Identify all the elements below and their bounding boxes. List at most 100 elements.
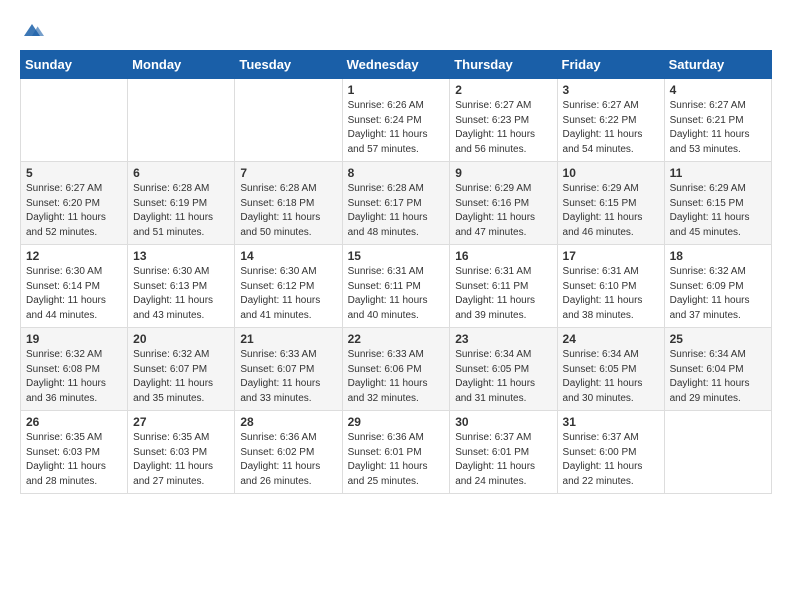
day-number: 7: [240, 166, 336, 180]
day-number: 15: [348, 249, 445, 263]
day-number: 26: [26, 415, 122, 429]
weekday-header-wednesday: Wednesday: [342, 51, 450, 79]
calendar-cell: 1 Sunrise: 6:26 AM Sunset: 6:24 PM Daylig…: [342, 79, 450, 162]
calendar-cell: 3Sunrise: 6:27 AM Sunset: 6:22 PM Daylig…: [557, 79, 664, 162]
day-info: Sunrise: 6:32 AM Sunset: 6:07 PM Dayligh…: [133, 348, 229, 406]
calendar-cell: 22 Sunrise: 6:33 AM Sunset: 6:06 PM Dayli…: [342, 328, 450, 411]
day-number: 28: [240, 415, 336, 429]
day-info: Sunrise: 6:34 AM Sunset: 6:05 PM Dayligh…: [455, 348, 551, 406]
week-row-5: 26 Sunrise: 6:35 AM Sunset: 6:03 PM Dayli…: [21, 411, 772, 494]
day-number: 17: [563, 249, 659, 263]
calendar-cell: 13Sunrise: 6:30 AM Sunset: 6:13 PM Dayli…: [128, 245, 235, 328]
calendar-cell: 7 Sunrise: 6:28 AM Sunset: 6:18 PM Daylig…: [235, 162, 342, 245]
day-number: 27: [133, 415, 229, 429]
day-info: Sunrise: 6:30 AM Sunset: 6:13 PM Dayligh…: [133, 265, 229, 323]
week-row-2: 5 Sunrise: 6:27 AM Sunset: 6:20 PM Daylig…: [21, 162, 772, 245]
calendar-cell: [235, 79, 342, 162]
day-info: Sunrise: 6:31 AM Sunset: 6:10 PM Dayligh…: [563, 265, 659, 323]
day-info: Sunrise: 6:30 AM Sunset: 6:12 PM Dayligh…: [240, 265, 336, 323]
calendar-cell: 26 Sunrise: 6:35 AM Sunset: 6:03 PM Dayli…: [21, 411, 128, 494]
day-info: Sunrise: 6:33 AM Sunset: 6:06 PM Dayligh…: [348, 348, 445, 406]
header: [20, 20, 772, 40]
day-number: 1: [348, 83, 445, 97]
day-number: 22: [348, 332, 445, 346]
day-info: Sunrise: 6:36 AM Sunset: 6:02 PM Dayligh…: [240, 431, 336, 489]
day-number: 9: [455, 166, 551, 180]
day-info: Sunrise: 6:36 AM Sunset: 6:01 PM Dayligh…: [348, 431, 445, 489]
day-info: Sunrise: 6:30 AM Sunset: 6:14 PM Dayligh…: [26, 265, 122, 323]
day-info: Sunrise: 6:35 AM Sunset: 6:03 PM Dayligh…: [26, 431, 122, 489]
day-number: 4: [670, 83, 766, 97]
weekday-header-tuesday: Tuesday: [235, 51, 342, 79]
day-info: Sunrise: 6:29 AM Sunset: 6:16 PM Dayligh…: [455, 182, 551, 240]
weekday-header-row: SundayMondayTuesdayWednesdayThursdayFrid…: [21, 51, 772, 79]
day-number: 23: [455, 332, 551, 346]
day-number: 10: [563, 166, 659, 180]
day-number: 18: [670, 249, 766, 263]
day-number: 21: [240, 332, 336, 346]
day-info: Sunrise: 6:37 AM Sunset: 6:00 PM Dayligh…: [563, 431, 659, 489]
calendar-cell: 16 Sunrise: 6:31 AM Sunset: 6:11 PM Dayli…: [450, 245, 557, 328]
calendar-cell: [128, 79, 235, 162]
day-info: Sunrise: 6:29 AM Sunset: 6:15 PM Dayligh…: [563, 182, 659, 240]
day-number: 11: [670, 166, 766, 180]
calendar-cell: 10 Sunrise: 6:29 AM Sunset: 6:15 PM Dayli…: [557, 162, 664, 245]
day-info: Sunrise: 6:33 AM Sunset: 6:07 PM Dayligh…: [240, 348, 336, 406]
calendar-cell: 2 Sunrise: 6:27 AM Sunset: 6:23 PM Daylig…: [450, 79, 557, 162]
calendar-table: SundayMondayTuesdayWednesdayThursdayFrid…: [20, 50, 772, 494]
calendar-cell: 24Sunrise: 6:34 AM Sunset: 6:05 PM Dayli…: [557, 328, 664, 411]
day-info: Sunrise: 6:35 AM Sunset: 6:03 PM Dayligh…: [133, 431, 229, 489]
calendar-cell: 18 Sunrise: 6:32 AM Sunset: 6:09 PM Dayli…: [664, 245, 771, 328]
logo: [20, 20, 48, 40]
day-number: 20: [133, 332, 229, 346]
day-info: Sunrise: 6:32 AM Sunset: 6:08 PM Dayligh…: [26, 348, 122, 406]
day-info: Sunrise: 6:28 AM Sunset: 6:17 PM Dayligh…: [348, 182, 445, 240]
logo-icon: [20, 20, 44, 40]
day-number: 2: [455, 83, 551, 97]
weekday-header-friday: Friday: [557, 51, 664, 79]
day-number: 29: [348, 415, 445, 429]
day-info: Sunrise: 6:28 AM Sunset: 6:18 PM Dayligh…: [240, 182, 336, 240]
calendar-cell: 28 Sunrise: 6:36 AM Sunset: 6:02 PM Dayli…: [235, 411, 342, 494]
calendar-cell: [21, 79, 128, 162]
week-row-3: 12 Sunrise: 6:30 AM Sunset: 6:14 PM Dayli…: [21, 245, 772, 328]
day-info: Sunrise: 6:31 AM Sunset: 6:11 PM Dayligh…: [455, 265, 551, 323]
calendar-cell: 23 Sunrise: 6:34 AM Sunset: 6:05 PM Dayli…: [450, 328, 557, 411]
day-info: Sunrise: 6:34 AM Sunset: 6:05 PM Dayligh…: [563, 348, 659, 406]
calendar-cell: 9 Sunrise: 6:29 AM Sunset: 6:16 PM Daylig…: [450, 162, 557, 245]
weekday-header-sunday: Sunday: [21, 51, 128, 79]
day-number: 30: [455, 415, 551, 429]
day-info: Sunrise: 6:27 AM Sunset: 6:20 PM Dayligh…: [26, 182, 122, 240]
calendar-cell: 17 Sunrise: 6:31 AM Sunset: 6:10 PM Dayli…: [557, 245, 664, 328]
day-info: Sunrise: 6:27 AM Sunset: 6:21 PM Dayligh…: [670, 99, 766, 157]
calendar-cell: 15 Sunrise: 6:31 AM Sunset: 6:11 PM Dayli…: [342, 245, 450, 328]
day-number: 12: [26, 249, 122, 263]
day-info: Sunrise: 6:34 AM Sunset: 6:04 PM Dayligh…: [670, 348, 766, 406]
day-info: Sunrise: 6:32 AM Sunset: 6:09 PM Dayligh…: [670, 265, 766, 323]
weekday-header-saturday: Saturday: [664, 51, 771, 79]
weekday-header-monday: Monday: [128, 51, 235, 79]
calendar-cell: 11Sunrise: 6:29 AM Sunset: 6:15 PM Dayli…: [664, 162, 771, 245]
calendar-cell: 8Sunrise: 6:28 AM Sunset: 6:17 PM Daylig…: [342, 162, 450, 245]
calendar-cell: 31Sunrise: 6:37 AM Sunset: 6:00 PM Dayli…: [557, 411, 664, 494]
calendar-cell: 4 Sunrise: 6:27 AM Sunset: 6:21 PM Daylig…: [664, 79, 771, 162]
day-number: 6: [133, 166, 229, 180]
calendar-cell: 12 Sunrise: 6:30 AM Sunset: 6:14 PM Dayli…: [21, 245, 128, 328]
calendar-cell: 5 Sunrise: 6:27 AM Sunset: 6:20 PM Daylig…: [21, 162, 128, 245]
calendar-cell: 25Sunrise: 6:34 AM Sunset: 6:04 PM Dayli…: [664, 328, 771, 411]
week-row-4: 19Sunrise: 6:32 AM Sunset: 6:08 PM Dayli…: [21, 328, 772, 411]
day-number: 3: [563, 83, 659, 97]
weekday-header-thursday: Thursday: [450, 51, 557, 79]
calendar-cell: 21 Sunrise: 6:33 AM Sunset: 6:07 PM Dayli…: [235, 328, 342, 411]
day-info: Sunrise: 6:27 AM Sunset: 6:23 PM Dayligh…: [455, 99, 551, 157]
day-info: Sunrise: 6:31 AM Sunset: 6:11 PM Dayligh…: [348, 265, 445, 323]
week-row-1: 1 Sunrise: 6:26 AM Sunset: 6:24 PM Daylig…: [21, 79, 772, 162]
calendar-cell: 6 Sunrise: 6:28 AM Sunset: 6:19 PM Daylig…: [128, 162, 235, 245]
day-number: 16: [455, 249, 551, 263]
day-info: Sunrise: 6:28 AM Sunset: 6:19 PM Dayligh…: [133, 182, 229, 240]
day-number: 14: [240, 249, 336, 263]
day-number: 5: [26, 166, 122, 180]
day-info: Sunrise: 6:26 AM Sunset: 6:24 PM Dayligh…: [348, 99, 445, 157]
calendar-cell: [664, 411, 771, 494]
calendar-cell: 19Sunrise: 6:32 AM Sunset: 6:08 PM Dayli…: [21, 328, 128, 411]
